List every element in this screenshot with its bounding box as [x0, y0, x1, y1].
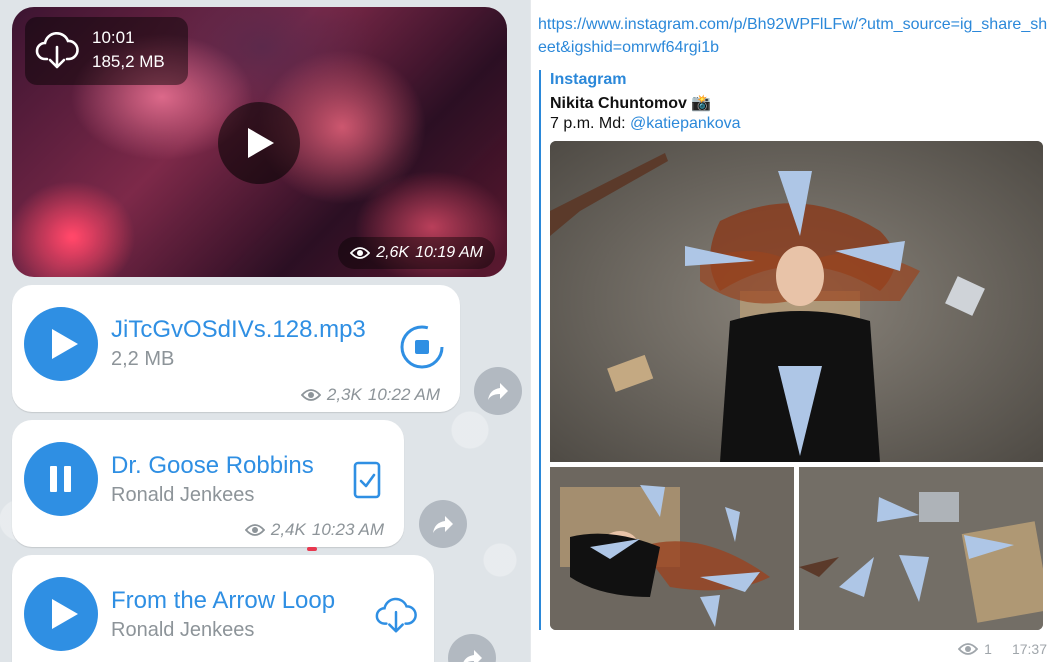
photo-illustration	[799, 467, 1043, 630]
link-preview-bar	[539, 70, 541, 630]
audio-timestamp: 10:23 AM	[311, 520, 384, 539]
share-icon	[463, 650, 482, 662]
audio-subtitle: Ronald Jenkees	[111, 619, 255, 641]
pause-icon	[50, 466, 71, 492]
photo-illustration	[550, 141, 1043, 462]
cloud-download-icon[interactable]	[374, 593, 418, 637]
audio-subtitle: 2,2 MB	[111, 348, 175, 370]
audio-play-button[interactable]	[24, 307, 98, 381]
audio-title: From the Arrow Loop	[111, 587, 336, 614]
audio-title: JiTcGvOSdIVs.128.mp3	[111, 316, 366, 343]
stop-icon[interactable]	[398, 323, 446, 371]
video-duration: 10:01	[92, 28, 135, 47]
preview-mention-link[interactable]: @katiepankova	[630, 115, 741, 132]
audio-views: 2,4K	[270, 520, 306, 539]
eye-icon	[300, 389, 321, 401]
audio-play-button[interactable]	[24, 577, 98, 651]
post-time: 17:37	[1011, 641, 1047, 657]
audio-meta: 2,3K 10:22 AM	[300, 385, 440, 405]
share-button[interactable]	[474, 367, 522, 415]
photo-illustration	[550, 467, 794, 630]
video-timestamp: 10:19 AM	[415, 244, 483, 261]
chat-right-panel: https://www.instagram.com/p/Bh92WPFlLFw/…	[531, 0, 1057, 662]
audio-timestamp: 10:22 AM	[367, 385, 440, 404]
audio-meta: 2,4K 10:23 AM	[244, 520, 384, 540]
eye-icon	[958, 643, 979, 655]
preview-photo-right[interactable]	[799, 467, 1043, 630]
play-icon	[52, 329, 78, 359]
video-size: 185,2 MB	[92, 52, 165, 71]
phone-check-icon[interactable]	[352, 460, 382, 500]
video-play-button[interactable]	[218, 102, 300, 184]
play-icon	[52, 599, 78, 629]
share-button[interactable]	[419, 500, 467, 548]
play-icon	[248, 128, 274, 158]
audio-message[interactable]: Dr. Goose Robbins Ronald Jenkees 2,4K 10…	[12, 420, 404, 547]
audio-title: Dr. Goose Robbins	[111, 452, 314, 479]
preview-title: Nikita Chuntomov 📸	[550, 95, 712, 112]
video-views: 2,6K	[376, 244, 410, 261]
chat-left-panel: 10:01 185,2 MB 2,6K 10:19 AM JiTcGvOSdIV…	[0, 0, 530, 662]
share-icon	[488, 383, 508, 400]
progress-marker	[307, 547, 317, 551]
preview-description: 7 p.m. Md: @katiepankova	[550, 115, 741, 133]
eye-icon	[244, 524, 265, 536]
audio-pause-button[interactable]	[24, 442, 98, 516]
audio-subtitle: Ronald Jenkees	[111, 484, 255, 506]
eye-icon	[350, 247, 371, 259]
preview-site-name: Instagram	[550, 71, 627, 88]
post-link[interactable]: https://www.instagram.com/p/Bh92WPFlLFw/…	[538, 13, 1048, 59]
audio-message[interactable]: JiTcGvOSdIVs.128.mp3 2,2 MB 2,3K 10:22 A…	[12, 285, 460, 412]
audio-message[interactable]: From the Arrow Loop Ronald Jenkees	[12, 555, 434, 662]
preview-desc-text: 7 p.m. Md:	[550, 115, 631, 132]
share-icon	[433, 516, 453, 533]
video-message[interactable]: 10:01 185,2 MB 2,6K 10:19 AM	[12, 7, 507, 277]
preview-photo-left[interactable]	[550, 467, 794, 630]
preview-photo-main[interactable]	[550, 141, 1043, 462]
post-footer: 1 17:37	[958, 641, 1047, 657]
audio-views: 2,3K	[326, 385, 362, 404]
post-views: 1	[984, 641, 992, 657]
cloud-download-icon[interactable]	[34, 27, 80, 73]
video-meta: 2,6K 10:19 AM	[338, 237, 495, 269]
